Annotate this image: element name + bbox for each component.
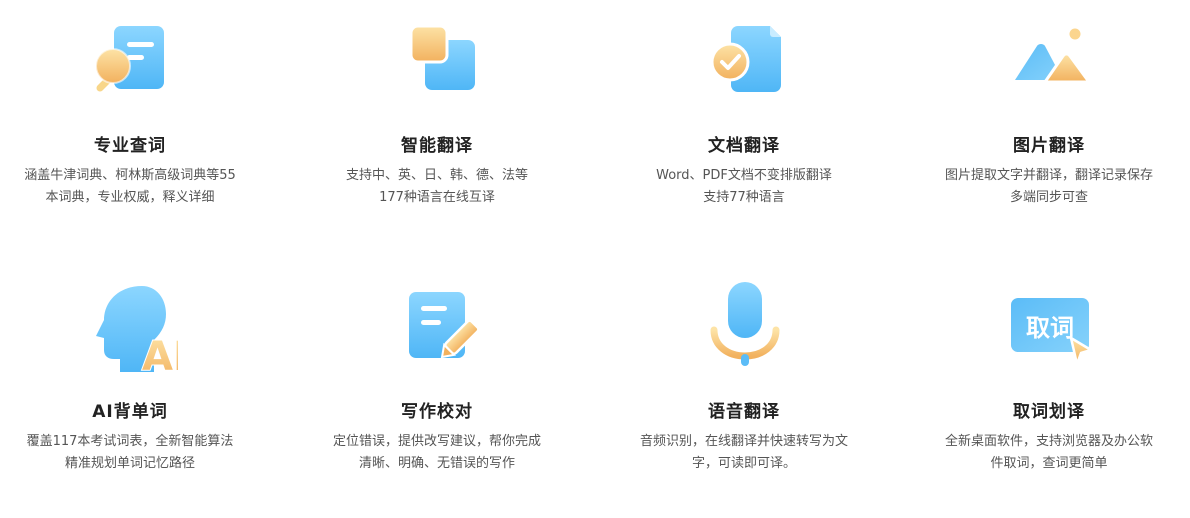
word-pick-cursor-icon: 取词 [1001,288,1097,384]
feature-title: 图片翻译 [1013,136,1085,156]
feature-title: 取词划译 [1013,402,1085,422]
feature-title: 专业查词 [94,136,166,156]
feature-description: 图片提取文字并翻译，翻译记录保存 多端同步可查 [944,168,1153,205]
feature-description: 支持中、英、日、韩、德、法等 177种语言在线互译 [345,168,528,205]
writing-pencil-icon [389,288,485,384]
feature-title: 文档翻译 [708,136,780,156]
image-mountain-icon [1001,18,1097,114]
feature-description: 涵盖牛津词典、柯林斯高级词典等55 本词典，专业权威，释义详细 [24,168,236,205]
feature-description: 定位错误，提供改写建议，帮你完成 清晰、明确、无错误的写作 [332,434,541,471]
feature-title: 写作校对 [401,402,473,422]
document-check-icon [696,18,792,114]
feature-description: 覆盖117本考试词表，全新智能算法 精准规划单词记忆路径 [26,434,234,471]
feature-description: 全新桌面软件，支持浏览器及办公软 件取词，查词更简单 [944,434,1153,471]
microphone-icon [696,280,792,376]
feature-title: 语音翻译 [708,402,780,422]
smart-translate-icon [389,18,485,114]
dictionary-search-icon [82,18,178,114]
ai-head-icon: AI [82,280,178,376]
svg-text:AI: AI [142,334,178,376]
feature-description: 音频识别，在线翻译并快速转写为文 字，可读即可译。 [639,434,848,471]
feature-description: Word、PDF文档不变排版翻译 支持77种语言 [656,168,832,205]
svg-text:取词: 取词 [1026,314,1074,342]
feature-title: 智能翻译 [401,136,473,156]
feature-title: AI背单词 [92,402,168,422]
